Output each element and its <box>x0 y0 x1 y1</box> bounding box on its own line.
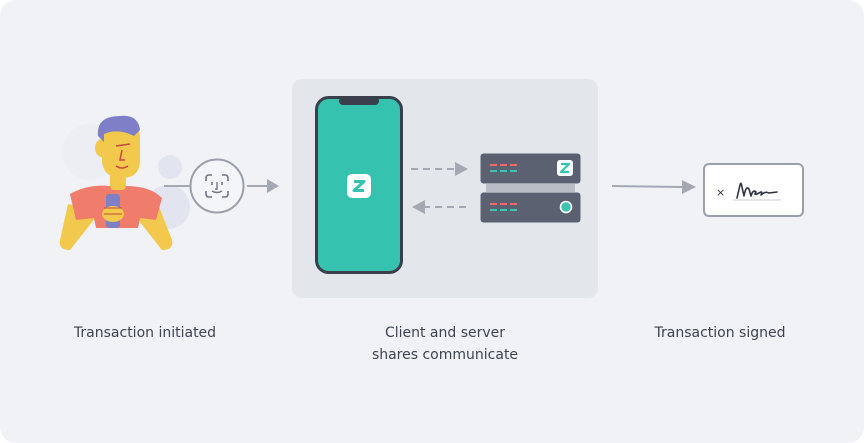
connector-line <box>164 185 190 187</box>
step-communicate-label-line1: Client and server <box>384 325 506 341</box>
dashed-arrow-to-server <box>409 160 471 178</box>
face-id-icon <box>189 158 245 214</box>
server-icon <box>480 153 581 223</box>
dashed-arrow-to-client <box>409 198 471 216</box>
app-logo-icon <box>347 174 371 198</box>
step-communicate-label-line2: shares communicate <box>371 347 519 363</box>
step-signed-label: Transaction signed <box>654 325 786 341</box>
signature-mark: × <box>716 186 726 199</box>
arrow-to-client <box>245 178 281 194</box>
arrow-to-signature <box>610 179 698 195</box>
person-illustration <box>30 112 192 262</box>
step-initiated-label: Transaction initiated <box>73 325 217 341</box>
diagram-canvas: × Transaction initiated Client and serve… <box>0 0 864 443</box>
